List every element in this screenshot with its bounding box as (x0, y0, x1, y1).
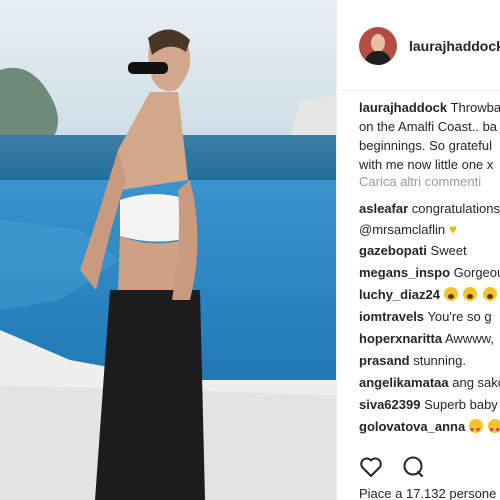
comment-username[interactable]: angelikamataa (359, 375, 449, 390)
comment-item: iomtravels You're so g (359, 306, 500, 328)
comment-text: Superb baby (424, 397, 498, 412)
comment-mention[interactable]: @mrsamclaflin (359, 222, 445, 237)
shocked-face-icon (443, 287, 458, 301)
caption-line-1: Throwba (450, 100, 500, 115)
post-photo[interactable] (0, 0, 336, 500)
comment-text: ang sakc (452, 375, 500, 390)
comment-item: @mrsamclaflin ♥ (359, 218, 500, 240)
post-actions (359, 455, 439, 479)
comment-username[interactable]: hoperxnaritta (359, 331, 442, 346)
shocked-face-icon (463, 287, 478, 301)
comment-text: You're so g (427, 309, 492, 324)
comment-text: Awwww, (444, 331, 494, 346)
caption-line-4: with me now little one x (359, 157, 494, 172)
comment-item: megans_inspo Gorgeou (359, 262, 500, 284)
comment-username[interactable]: asleafar (359, 201, 408, 216)
comment-username[interactable]: megans_inspo (359, 265, 450, 280)
heart-eyes-face-icon (468, 419, 483, 442)
shocked-face-icon (482, 287, 497, 301)
comment-item: luchy_diaz24 (359, 284, 500, 306)
comment-item: golovatova_anna (359, 416, 500, 442)
comment-item: angelikamataa ang sakc (359, 372, 500, 394)
comment-item: gazebopati Sweet (359, 240, 500, 262)
comment-text: congratulations (411, 201, 500, 216)
load-more-comments[interactable]: Carica altri commenti (359, 174, 481, 189)
comment-username[interactable]: siva62399 (359, 397, 420, 412)
post-side-panel: laurajhaddock laurajhaddock Throwba on t… (337, 0, 500, 500)
avatar-face (371, 34, 385, 52)
comment-username[interactable]: iomtravels (359, 309, 424, 324)
heart-outline-icon[interactable] (359, 456, 383, 483)
caption-username[interactable]: laurajhaddock (359, 100, 447, 115)
comment-username[interactable]: prasand (359, 353, 410, 368)
instagram-post: laurajhaddock laurajhaddock Throwba on t… (0, 0, 500, 500)
header-username[interactable]: laurajhaddock (409, 38, 500, 54)
comment-username[interactable]: golovatova_anna (359, 419, 465, 434)
comment-item: prasand stunning. (359, 350, 500, 372)
post-caption: laurajhaddock Throwba on the Amalfi Coas… (359, 98, 500, 174)
comment-item: siva62399 Superb baby (359, 394, 500, 416)
comment-text: stunning. (413, 353, 466, 368)
caption-line-2: on the Amalfi Coast.. ba (359, 119, 498, 134)
comment-item: hoperxnaritta Awwww, (359, 328, 500, 350)
avatar[interactable] (359, 27, 397, 65)
caption-line-3: beginnings. So grateful (359, 138, 492, 153)
comment-item: asleafar congratulations (359, 198, 500, 220)
comment-text: Sweet (430, 243, 467, 258)
comment-username[interactable]: luchy_diaz24 (359, 287, 440, 302)
comments-list: asleafar congratulations @mrsamclaflin ♥… (359, 198, 500, 442)
comment-username[interactable]: gazebopati (359, 243, 427, 258)
post-header: laurajhaddock (337, 0, 500, 91)
photo-illustration (0, 0, 336, 500)
yellow-heart-icon: ♥ (448, 221, 458, 237)
likes-count[interactable]: Piace a 17.132 persone (359, 486, 496, 500)
comment-bubble-icon[interactable] (401, 455, 425, 484)
avatar-body (365, 51, 391, 65)
heart-eyes-face-icon (488, 419, 500, 442)
comment-text: Gorgeou (453, 265, 500, 280)
